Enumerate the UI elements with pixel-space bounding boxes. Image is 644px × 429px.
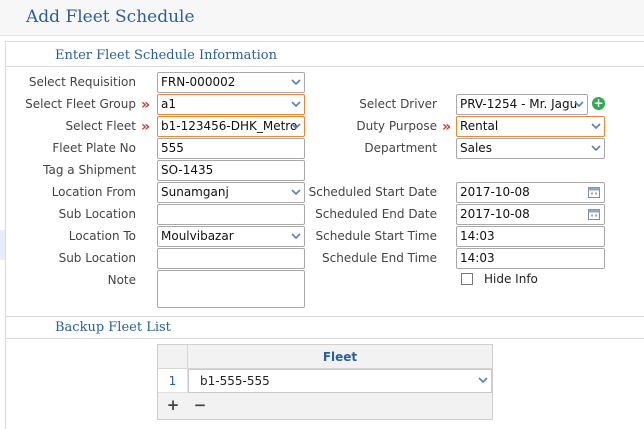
side-strip bbox=[0, 230, 5, 260]
chevron-down-icon bbox=[291, 101, 301, 108]
label-location-to: Location To bbox=[68, 229, 136, 243]
panel-border-left bbox=[5, 41, 6, 429]
fleet-value: b1-123456-DHK_Metro bbox=[161, 119, 298, 133]
label-end-date: Scheduled End Date bbox=[315, 207, 437, 221]
grid-header-rownum bbox=[158, 345, 188, 369]
duty-purpose-value: Rental bbox=[460, 119, 499, 133]
section-title-backup: Backup Fleet List bbox=[55, 320, 171, 335]
department-select[interactable]: Sales bbox=[456, 138, 605, 159]
label-shipment: Tag a Shipment bbox=[43, 163, 136, 177]
location-to-value: Moulvibazar bbox=[161, 229, 234, 243]
requisition-value: FRN-000002 bbox=[161, 75, 236, 89]
end-time-value: 14:03 bbox=[460, 251, 495, 265]
backup-fleet-value: b1-555-555 bbox=[200, 374, 270, 388]
label-note: Note bbox=[107, 273, 136, 287]
chevron-down-icon bbox=[591, 123, 601, 130]
sub-location-to-input[interactable] bbox=[157, 248, 305, 269]
label-location-from: Location From bbox=[51, 185, 136, 199]
driver-select[interactable]: PRV-1254 - Mr. Jagu bbox=[456, 94, 588, 115]
label-sub-location-from: Sub Location bbox=[58, 207, 136, 221]
add-driver-icon[interactable]: + bbox=[592, 97, 605, 110]
end-date-value: 2017-10-08 bbox=[460, 207, 530, 221]
start-date-value: 2017-10-08 bbox=[460, 185, 530, 199]
hide-info-checkbox[interactable] bbox=[461, 273, 473, 285]
department-value: Sales bbox=[460, 141, 492, 155]
add-row-button[interactable]: + bbox=[165, 397, 181, 413]
start-time-value: 14:03 bbox=[460, 229, 495, 243]
panel-border-top bbox=[5, 41, 644, 42]
chevron-down-icon bbox=[291, 79, 301, 86]
label-requisition: Select Requisition bbox=[28, 75, 136, 89]
section-title-info: Enter Fleet Schedule Information bbox=[55, 48, 277, 63]
calendar-icon[interactable] bbox=[588, 186, 600, 198]
label-sub-location-to: Sub Location bbox=[58, 251, 136, 265]
chevron-down-icon bbox=[291, 189, 301, 196]
grid-header-fleet: Fleet bbox=[322, 350, 358, 364]
location-from-value: Sunamganj bbox=[161, 185, 229, 199]
driver-value: PRV-1254 - Mr. Jagu bbox=[460, 97, 578, 111]
requisition-select[interactable]: FRN-000002 bbox=[157, 72, 305, 93]
chevron-down-icon bbox=[291, 233, 301, 240]
fleet-group-select[interactable]: a1 bbox=[157, 94, 305, 115]
chevron-down-icon bbox=[574, 101, 584, 108]
shipment-value: SO-1435 bbox=[161, 163, 214, 177]
label-end-time: Schedule End Time bbox=[322, 251, 437, 265]
plate-no-value: 555 bbox=[161, 141, 184, 155]
note-textarea[interactable] bbox=[157, 270, 305, 308]
end-date-input[interactable]: 2017-10-08 bbox=[456, 204, 605, 225]
label-plate-no: Fleet Plate No bbox=[52, 141, 136, 155]
calendar-icon[interactable] bbox=[588, 208, 600, 220]
label-duty-purpose: Duty Purpose bbox=[356, 119, 437, 133]
hide-info-label: Hide Info bbox=[484, 272, 538, 286]
location-to-select[interactable]: Moulvibazar bbox=[157, 226, 305, 247]
label-department: Department bbox=[364, 141, 437, 155]
label-start-time: Schedule Start Time bbox=[315, 229, 437, 243]
duty-purpose-select[interactable]: Rental bbox=[456, 116, 605, 137]
label-fleet: Select Fleet bbox=[65, 119, 136, 133]
fleet-group-value: a1 bbox=[161, 97, 176, 111]
start-date-input[interactable]: 2017-10-08 bbox=[456, 182, 605, 203]
shipment-input[interactable]: SO-1435 bbox=[157, 160, 305, 181]
section-divider-backup bbox=[5, 338, 644, 339]
grid-row-number: 1 bbox=[158, 369, 188, 393]
page-title: Add Fleet Schedule bbox=[26, 7, 195, 27]
chevron-down-icon bbox=[478, 377, 488, 384]
end-time-input[interactable]: 14:03 bbox=[456, 248, 605, 269]
chevron-down-icon bbox=[591, 145, 601, 152]
backup-fleet-grid: Fleet 1 b1-555-555 + − bbox=[157, 344, 493, 420]
fleet-select[interactable]: b1-123456-DHK_Metro bbox=[157, 116, 305, 137]
label-fleet-group: Select Fleet Group bbox=[25, 97, 136, 111]
sub-location-from-input[interactable] bbox=[157, 204, 305, 225]
table-row: 1 b1-555-555 bbox=[158, 369, 492, 393]
required-marker-fleet-group: » bbox=[141, 97, 150, 113]
location-from-select[interactable]: Sunamganj bbox=[157, 182, 305, 203]
label-start-date: Scheduled Start Date bbox=[308, 185, 437, 199]
title-bar: Add Fleet Schedule bbox=[0, 0, 644, 36]
section-divider-top-backup bbox=[5, 316, 644, 317]
label-driver: Select Driver bbox=[359, 97, 437, 111]
chevron-down-icon bbox=[291, 123, 301, 130]
required-marker-fleet: » bbox=[141, 119, 150, 135]
required-marker-duty-purpose: » bbox=[442, 119, 451, 135]
plate-no-input[interactable]: 555 bbox=[157, 138, 305, 159]
backup-fleet-select[interactable]: b1-555-555 bbox=[188, 369, 492, 393]
grid-footer: + − bbox=[158, 393, 492, 419]
grid-header: Fleet bbox=[158, 345, 492, 369]
start-time-input[interactable]: 14:03 bbox=[456, 226, 605, 247]
section-divider-info bbox=[5, 66, 644, 67]
remove-row-button[interactable]: − bbox=[192, 397, 208, 413]
